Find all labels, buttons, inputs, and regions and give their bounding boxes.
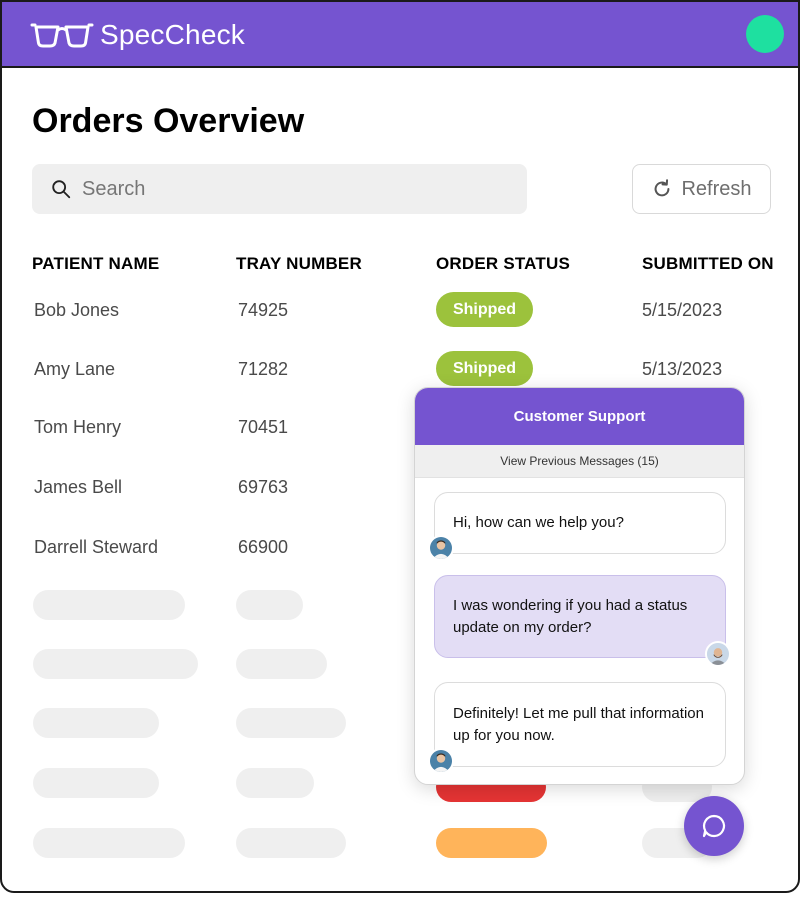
skeleton-placeholder	[236, 828, 346, 858]
agent-avatar	[428, 748, 454, 774]
cell-tray-number: 69763	[238, 477, 289, 497]
chat-title: Customer Support	[415, 388, 744, 445]
cell-tray-number: 70451	[238, 417, 289, 437]
skeleton-status-badge	[436, 828, 547, 858]
chat-bubble-icon	[702, 814, 726, 838]
open-chat-button[interactable]	[684, 796, 744, 856]
user-status-indicator[interactable]	[746, 15, 784, 53]
skeleton-placeholder	[33, 708, 159, 738]
cell-patient-name[interactable]: Darrell Steward	[34, 537, 158, 558]
cell-tray-number: 66900	[238, 537, 289, 557]
column-header-patient-name[interactable]: PATIENT NAME	[32, 254, 159, 274]
cell-patient-name[interactable]: Amy Lane	[34, 359, 115, 380]
cell-patient-name[interactable]: Bob Jones	[34, 300, 119, 321]
cell-tray-number: 71282	[238, 359, 289, 379]
status-badge: Shipped	[436, 351, 533, 386]
view-previous-messages-link[interactable]: View Previous Messages (15)	[415, 445, 744, 478]
refresh-label: Refresh	[681, 177, 752, 200]
skeleton-placeholder	[33, 649, 198, 679]
skeleton-placeholder	[33, 590, 185, 620]
skeleton-placeholder	[33, 768, 159, 798]
column-header-order-status[interactable]: ORDER STATUS	[436, 254, 570, 274]
refresh-icon	[655, 179, 670, 197]
cell-patient-name[interactable]: James Bell	[34, 477, 122, 498]
skeleton-placeholder	[236, 708, 346, 738]
column-header-tray-number[interactable]: TRAY NUMBER	[236, 254, 362, 274]
column-header-submitted-on[interactable]: SUBMITTED ON	[642, 254, 774, 274]
app-window: SpecCheck Orders Overview Refresh PATIEN…	[0, 0, 800, 893]
app-header: SpecCheck	[2, 2, 798, 68]
message-text: Definitely! Let me pull that information…	[453, 704, 704, 744]
refresh-button[interactable]: Refresh	[632, 164, 771, 214]
app-logo[interactable]: SpecCheck	[30, 19, 245, 51]
skeleton-placeholder	[33, 828, 185, 858]
skeleton-placeholder	[236, 768, 314, 798]
message-text: I was wondering if you had a status upda…	[453, 596, 688, 636]
search-bar[interactable]	[32, 164, 527, 214]
app-name: SpecCheck	[100, 19, 245, 50]
message-text: Hi, how can we help you?	[453, 514, 624, 531]
user-avatar	[705, 641, 731, 667]
cell-patient-name[interactable]: Tom Henry	[34, 417, 121, 438]
status-badge: Shipped	[436, 292, 533, 327]
support-chat-panel: Customer Support View Previous Messages …	[414, 387, 745, 785]
skeleton-placeholder	[236, 590, 303, 620]
cell-submitted-on: 5/13/2023	[642, 359, 723, 379]
page-title: Orders Overview	[32, 102, 305, 140]
agent-avatar	[428, 535, 454, 561]
chat-message-user: I was wondering if you had a status upda…	[434, 575, 726, 658]
skeleton-placeholder	[236, 649, 327, 679]
chat-message-agent: Hi, how can we help you?	[434, 492, 726, 554]
cell-submitted-on: 5/15/2023	[642, 300, 723, 320]
search-input[interactable]	[82, 177, 482, 201]
search-icon	[52, 180, 71, 199]
chat-message-agent: Definitely! Let me pull that information…	[434, 682, 726, 767]
cell-tray-number: 74925	[238, 300, 289, 320]
glasses-icon	[30, 23, 94, 48]
